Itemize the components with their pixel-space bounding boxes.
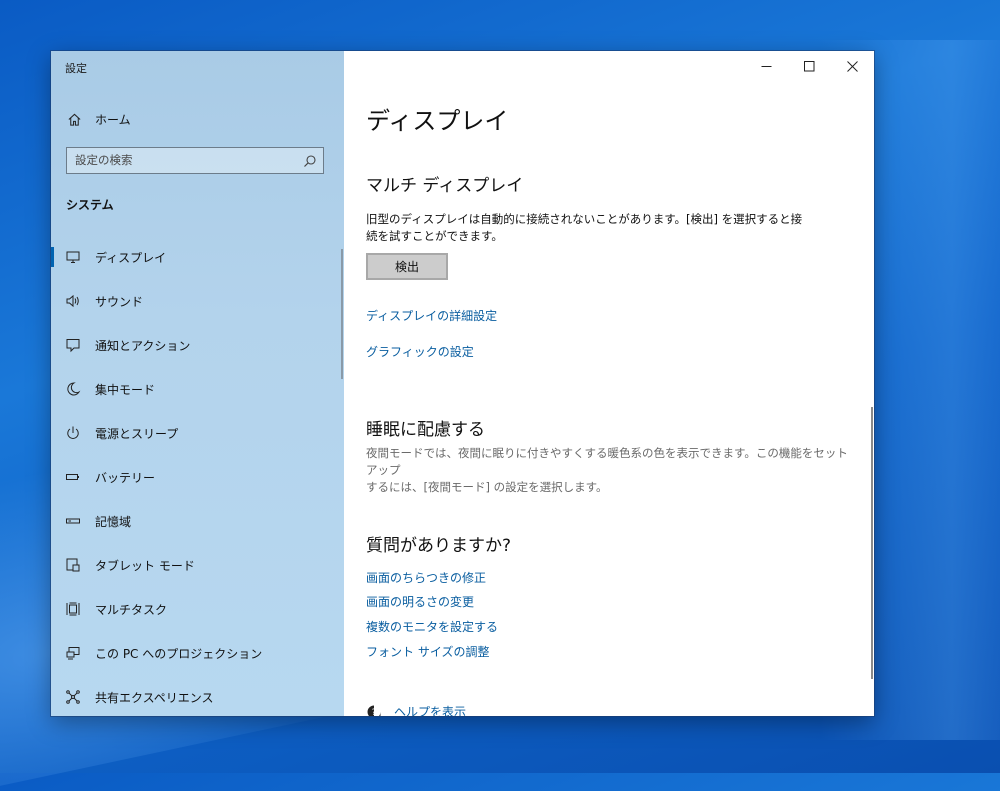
question-link-brightness[interactable]: 画面の明るさの変更 — [366, 593, 474, 610]
description-line: 夜間モードでは、夜間に眠りに付きやすくする暖色系の色を表示できます。この機能をセ… — [366, 446, 848, 477]
help-link-label: ヘルプを表示 — [394, 705, 467, 716]
tablet-mode-icon — [64, 556, 82, 574]
shared-experiences-icon — [64, 688, 82, 706]
multi-display-heading: マルチ ディスプレイ — [366, 176, 524, 196]
question-link-multiple-monitors[interactable]: 複数のモニタを設定する — [366, 618, 498, 635]
sleep-description: 夜間モードでは、夜間に眠りに付きやすくする暖色系の色を表示できます。この機能をセ… — [366, 445, 852, 496]
help-icon: ? — [366, 704, 382, 717]
sidebar-item-storage[interactable]: 記憶域 — [51, 499, 344, 543]
search-box[interactable] — [66, 147, 324, 174]
section-label-system: システム — [66, 198, 114, 212]
sidebar-item-shared-experiences[interactable]: 共有エクスペリエンス — [51, 675, 344, 716]
question-link-font-size[interactable]: フォント サイズの調整 — [366, 643, 489, 660]
svg-text:?: ? — [372, 708, 377, 717]
notification-icon — [64, 336, 82, 354]
questions-heading: 質問がありますか? — [366, 536, 512, 556]
projection-icon — [64, 644, 82, 662]
sidebar-item-label: バッテリー — [95, 470, 156, 485]
page-title: ディスプレイ — [366, 107, 509, 135]
sidebar-item-power-sleep[interactable]: 電源とスリープ — [51, 411, 344, 455]
description-line: 旧型のディスプレイは自動的に接続されないことがあります。[検出] を選択すると接 — [366, 212, 803, 226]
multi-display-description: 旧型のディスプレイは自動的に接続されないことがあります。[検出] を選択すると接… — [366, 211, 852, 245]
sidebar-item-notifications[interactable]: 通知とアクション — [51, 323, 344, 367]
home-label: ホーム — [95, 112, 131, 127]
minimize-icon — [761, 65, 772, 67]
moon-icon — [64, 380, 82, 398]
speaker-icon — [64, 292, 82, 310]
sidebar-item-label: 通知とアクション — [95, 338, 191, 353]
sidebar-item-label: 電源とスリープ — [95, 426, 179, 441]
multitask-icon — [64, 600, 82, 618]
sidebar-item-battery[interactable]: バッテリー — [51, 455, 344, 499]
sidebar-item-label: マルチタスク — [95, 602, 168, 617]
sidebar-item-display[interactable]: ディスプレイ — [51, 235, 344, 279]
settings-window: 設定 ホーム システム ディスプレイ — [51, 51, 874, 716]
sidebar-item-focus-assist[interactable]: 集中モード — [51, 367, 344, 411]
sidebar-home[interactable]: ホーム — [65, 109, 131, 129]
advanced-display-settings-link[interactable]: ディスプレイの詳細設定 — [366, 307, 497, 324]
question-link-flicker[interactable]: 画面のちらつきの修正 — [366, 569, 486, 586]
sidebar-item-label: サウンド — [95, 294, 144, 309]
sidebar-item-projection[interactable]: この PC へのプロジェクション — [51, 631, 344, 675]
description-line: するには、[夜間モード] の設定を選択します。 — [366, 480, 608, 494]
sidebar-item-label: 記憶域 — [95, 514, 132, 529]
main-content: ディスプレイ マルチ ディスプレイ 旧型のディスプレイは自動的に接続されないこと… — [344, 51, 874, 716]
sidebar-item-multitasking[interactable]: マルチタスク — [51, 587, 344, 631]
sidebar-item-sound[interactable]: サウンド — [51, 279, 344, 323]
window-title: 設定 — [65, 62, 87, 75]
sidebar: 設定 ホーム システム ディスプレイ — [51, 51, 344, 716]
search-icon[interactable] — [303, 153, 317, 167]
power-icon — [64, 424, 82, 442]
sidebar-item-tablet-mode[interactable]: タブレット モード — [51, 543, 344, 587]
maximize-button[interactable] — [788, 51, 831, 81]
battery-icon — [64, 468, 82, 486]
window-controls — [745, 51, 874, 81]
close-button[interactable] — [831, 51, 874, 81]
sidebar-item-label: タブレット モード — [95, 558, 195, 573]
storage-icon — [64, 512, 82, 530]
sidebar-item-label: 共有エクスペリエンス — [95, 690, 214, 705]
close-icon — [847, 60, 858, 72]
monitor-icon — [64, 248, 82, 266]
sidebar-scrollbar[interactable] — [341, 249, 343, 379]
maximize-icon — [804, 60, 815, 71]
search-input[interactable] — [75, 151, 295, 169]
help-link[interactable]: ? ヘルプを表示 — [366, 703, 466, 716]
description-line: 続を試すことができます。 — [366, 229, 503, 243]
detect-button[interactable]: 検出 — [366, 253, 448, 280]
sleep-heading: 睡眠に配慮する — [366, 420, 485, 440]
main-scrollbar[interactable] — [871, 407, 873, 679]
sidebar-item-label: ディスプレイ — [95, 250, 167, 265]
sidebar-nav: ディスプレイ サウンド 通知とアクション 集中モード 電源とスリープ バッテリー… — [51, 235, 344, 716]
graphics-settings-link[interactable]: グラフィックの設定 — [366, 343, 474, 360]
minimize-button[interactable] — [745, 51, 788, 81]
sidebar-item-label: 集中モード — [95, 382, 156, 397]
sidebar-item-label: この PC へのプロジェクション — [95, 646, 263, 661]
home-icon — [65, 110, 83, 128]
